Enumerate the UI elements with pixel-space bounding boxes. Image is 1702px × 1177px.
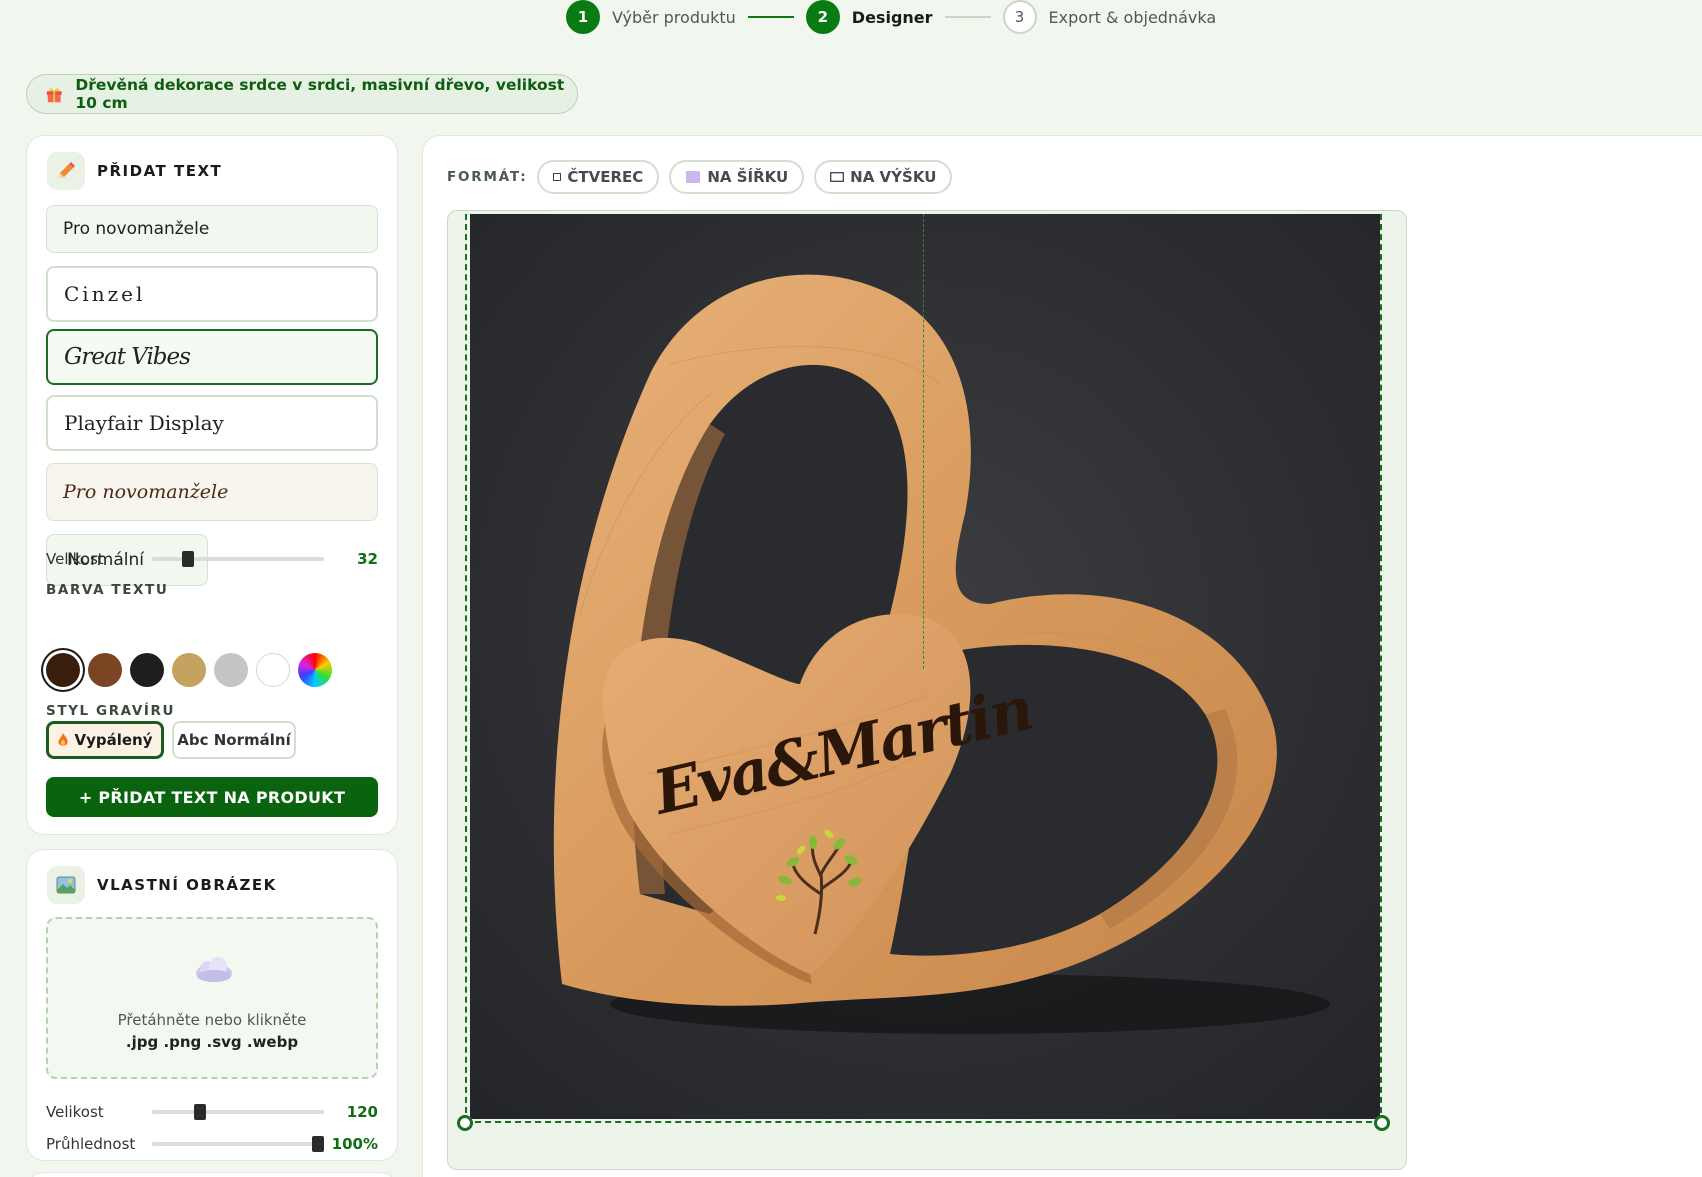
picture-icon: [47, 866, 85, 904]
center-guide-line: [923, 214, 924, 669]
format-square-label: ČTVEREC: [567, 168, 644, 186]
text-size-value: 32: [357, 550, 378, 568]
color-swatch-black[interactable]: [130, 653, 164, 687]
square-icon: [553, 173, 562, 181]
format-square-button[interactable]: ČTVEREC: [537, 160, 660, 194]
slider-thumb[interactable]: [182, 551, 194, 567]
dropzone-instruction: Přetáhněte nebo klikněte: [117, 1011, 307, 1029]
step-connector: [747, 16, 794, 18]
fire-icon: [58, 733, 69, 746]
engraving-style-label: STYL GRAVÍRU: [46, 703, 176, 719]
custom-image-panel: VLASTNÍ OBRÁZEK Přetáhněte nebo klikněte…: [26, 849, 398, 1161]
image-dropzone[interactable]: Přetáhněte nebo klikněte .jpg .png .svg …: [46, 917, 378, 1079]
image-size-value: 120: [346, 1103, 378, 1121]
step-connector: [944, 16, 991, 18]
next-panel: [26, 1172, 398, 1177]
design-canvas-panel: FORMÁT: ČTVEREC NA ŠÍŘKU NA VÝŠKU Eva&Ma…: [422, 135, 1702, 1177]
color-swatch-dark-brown[interactable]: [46, 653, 80, 687]
color-swatch-white[interactable]: [256, 653, 290, 687]
step-3-circle[interactable]: 3: [1002, 0, 1037, 34]
color-swatch-gold[interactable]: [172, 653, 206, 687]
format-label: FORMÁT:: [447, 169, 528, 185]
color-swatch-silver[interactable]: [214, 653, 248, 687]
text-size-slider[interactable]: [152, 551, 324, 567]
format-landscape-label: NA ŠÍŘKU: [707, 168, 789, 186]
add-text-button[interactable]: + PŘIDAT TEXT NA PRODUKT: [46, 777, 378, 817]
image-size-slider-row: Velikost 120: [46, 1100, 378, 1124]
design-canvas[interactable]: Eva&Martin: [447, 210, 1407, 1170]
pencil-icon: [47, 152, 85, 190]
engraving-burned-button[interactable]: Vypálený: [46, 721, 164, 759]
resize-handle-bottom-left[interactable]: [457, 1115, 473, 1131]
image-opacity-slider[interactable]: [152, 1136, 324, 1152]
image-opacity-value: 100%: [331, 1135, 378, 1153]
format-portrait-button[interactable]: NA VÝŠKU: [814, 160, 953, 194]
add-text-panel: PŘIDAT TEXT Pro novomanžele Cinzel Great…: [26, 135, 398, 835]
gift-icon: [46, 88, 62, 103]
image-size-slider[interactable]: [152, 1104, 324, 1120]
step-1-circle[interactable]: 1: [566, 0, 600, 34]
slider-thumb[interactable]: [194, 1104, 206, 1120]
image-opacity-slider-row: Průhlednost 100%: [46, 1132, 378, 1156]
format-landscape-button[interactable]: NA ŠÍŘKU: [669, 160, 805, 194]
product-photo: Eva&Martin: [470, 214, 1380, 1119]
color-swatch-brown[interactable]: [88, 653, 122, 687]
landscape-icon: [686, 171, 701, 183]
add-text-title: PŘIDAT TEXT: [97, 162, 223, 180]
step-1-label[interactable]: Výběr produktu: [612, 8, 736, 27]
engraving-burned-label: Vypálený: [74, 731, 153, 749]
slider-thumb[interactable]: [312, 1136, 324, 1152]
resize-handle-bottom-right[interactable]: [1374, 1115, 1390, 1131]
portrait-icon: [830, 172, 845, 182]
font-option-playfair-display[interactable]: Playfair Display: [46, 395, 378, 451]
image-size-label: Velikost: [46, 1103, 104, 1121]
add-text-header: PŘIDAT TEXT: [47, 152, 222, 190]
text-size-label: Velikost: [46, 550, 104, 568]
format-toolbar: FORMÁT: ČTVEREC NA ŠÍŘKU NA VÝŠKU: [447, 160, 962, 194]
format-portrait-label: NA VÝŠKU: [850, 168, 937, 186]
custom-image-header: VLASTNÍ OBRÁZEK: [47, 866, 277, 904]
text-preview: Pro novomanžele: [46, 463, 378, 521]
product-title: Dřevěná dekorace srdce v srdci, masivní …: [75, 76, 565, 112]
cloud-upload-icon: [196, 957, 232, 982]
text-color-label: BARVA TEXTU: [46, 582, 169, 598]
progress-stepper: 1 Výběr produktu 2 Designer 3 Export & o…: [566, 0, 1216, 34]
selected-product-badge: Dřevěná dekorace srdce v srdci, masivní …: [26, 74, 578, 114]
dropzone-formats: .jpg .png .svg .webp: [125, 1033, 299, 1051]
text-input[interactable]: Pro novomanžele: [46, 205, 378, 253]
custom-image-title: VLASTNÍ OBRÁZEK: [97, 876, 277, 894]
step-3-label[interactable]: Export & objednávka: [1049, 8, 1217, 27]
step-2-label[interactable]: Designer: [852, 8, 933, 27]
color-picker-icon[interactable]: [298, 653, 332, 687]
engraving-normal-button[interactable]: Abc Normální: [172, 721, 296, 759]
font-option-cinzel[interactable]: Cinzel: [46, 266, 378, 322]
font-option-great-vibes[interactable]: Great Vibes: [46, 329, 378, 385]
step-2-circle[interactable]: 2: [805, 0, 840, 34]
text-size-slider-row: Velikost 32: [46, 547, 378, 571]
image-opacity-label: Průhlednost: [46, 1135, 136, 1153]
